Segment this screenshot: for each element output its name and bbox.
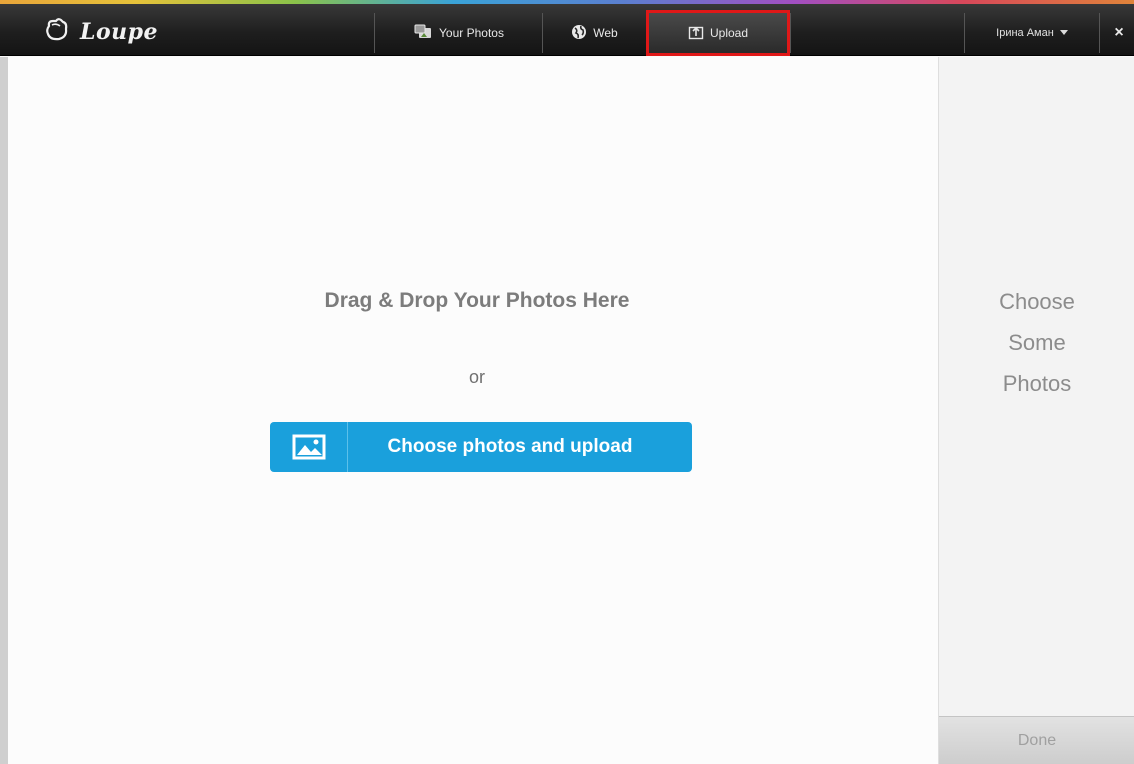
tab-upload[interactable]: Upload [646, 10, 790, 56]
app-name: Loupe [80, 19, 159, 45]
sidebar-hint-line: Photos [1002, 371, 1072, 396]
app-logo[interactable]: Loupe [44, 16, 158, 48]
caret-down-icon [1059, 27, 1068, 39]
tab-web-label: Web [593, 26, 618, 40]
rainbow-strip [0, 0, 1134, 4]
drop-zone[interactable]: Drag & Drop Your Photos Here or Choose p… [0, 57, 938, 764]
photos-icon [413, 24, 433, 43]
image-icon [270, 422, 348, 472]
sidebar-hint-line: Choose [999, 289, 1075, 314]
tab-your-photos-label: Your Photos [439, 26, 504, 40]
camera-icon [44, 17, 70, 48]
globe-icon [571, 24, 587, 43]
upload-button-label: Choose photos and upload [387, 436, 633, 457]
sidebar-hint-line: Some [1008, 330, 1066, 355]
or-separator: or [468, 367, 485, 387]
close-button[interactable]: × [1104, 13, 1134, 53]
selection-sidebar: Choose Some Photos Done [938, 57, 1134, 764]
tab-divider [790, 13, 791, 53]
tab-upload-label: Upload [709, 26, 749, 40]
close-icon: × [1114, 24, 1124, 41]
done-button[interactable]: Done [939, 716, 1134, 764]
tab-your-photos[interactable]: Your Photos [374, 13, 542, 53]
drop-title: Drag & Drop Your Photos Here [324, 289, 630, 312]
tab-web[interactable]: Web [542, 13, 646, 53]
user-name: Ірина Аман [996, 27, 1054, 39]
top-bar: Loupe Your Photos Web Upload Ірина Аман … [0, 0, 1134, 56]
upload-icon [688, 24, 704, 43]
user-menu[interactable]: Ірина Аман [964, 13, 1100, 53]
choose-photos-upload-button[interactable]: Choose photos and upload [270, 422, 692, 472]
sidebar-hint: Choose Some Photos [939, 281, 1134, 404]
